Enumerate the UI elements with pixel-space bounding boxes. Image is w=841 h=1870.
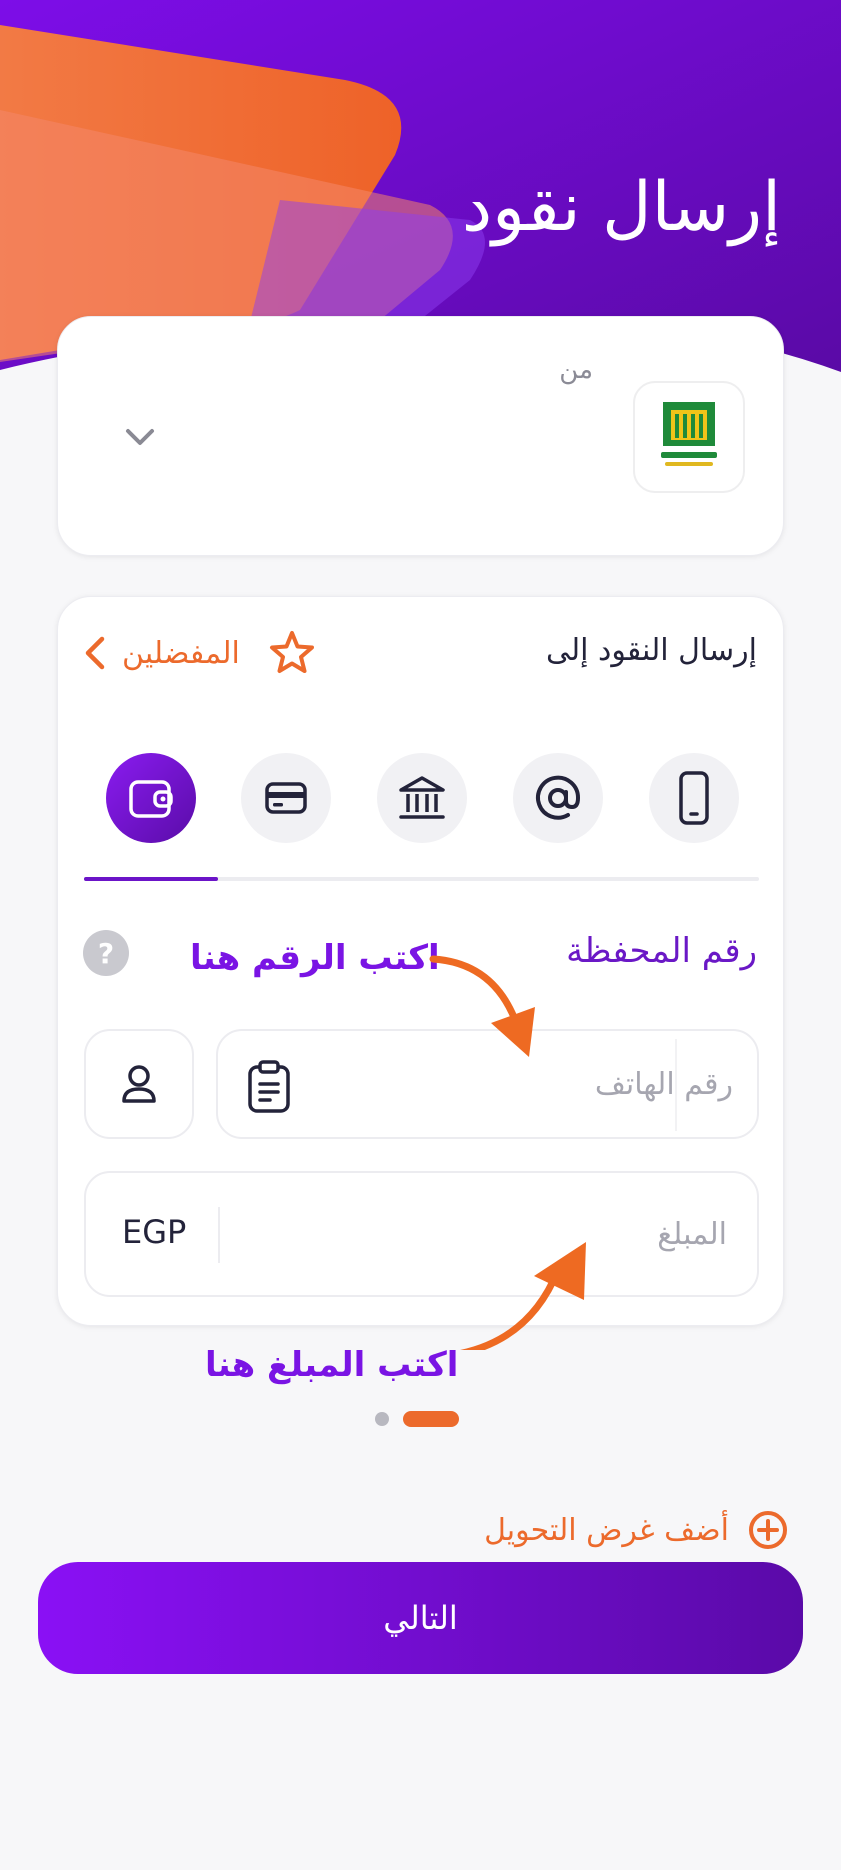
clipboard-paste-icon[interactable] — [244, 1059, 294, 1115]
annotation-write-number: اكتب الرقم هنا — [190, 938, 440, 978]
annotation-arrow-number-icon — [429, 955, 535, 1057]
page-title: إرسال نقود — [461, 168, 781, 247]
transfer-type-phone[interactable] — [649, 753, 739, 843]
phone-icon — [679, 771, 709, 825]
page-dot-active — [403, 1411, 459, 1427]
phone-field-divider — [675, 1039, 677, 1131]
annotation-arrow-amount-icon — [459, 1242, 586, 1350]
transfer-type-wallet[interactable] — [106, 753, 196, 843]
transfer-type-card[interactable] — [241, 753, 331, 843]
chevron-left-icon — [85, 636, 105, 670]
favorites-link[interactable]: المفضلين — [82, 625, 316, 681]
page-dot — [375, 1412, 389, 1426]
card-icon — [265, 782, 307, 814]
plus-circle-icon — [749, 1511, 787, 1549]
next-button[interactable]: التالي — [38, 1562, 803, 1674]
currency-label: EGP — [122, 1213, 187, 1251]
transfer-type-tab-indicator — [84, 877, 759, 881]
chevron-down-icon[interactable] — [122, 419, 158, 455]
help-icon[interactable]: ? — [83, 930, 129, 976]
favorites-label: المفضلين — [122, 635, 240, 671]
wallet-number-label: رقم المحفظة — [566, 931, 757, 971]
transfer-type-bank[interactable] — [377, 753, 467, 843]
bank-logo — [633, 381, 745, 493]
currency-divider — [218, 1207, 220, 1263]
user-icon — [122, 1065, 156, 1103]
annotation-write-amount: اكتب المبلغ هنا — [205, 1345, 459, 1385]
bank-icon — [399, 776, 445, 819]
send-to-label: إرسال النقود إلى — [545, 633, 757, 668]
active-tab-underline — [84, 877, 218, 881]
wallet-icon — [129, 780, 173, 818]
at-sign-icon — [536, 775, 581, 820]
page-indicator — [375, 1411, 459, 1427]
contacts-button[interactable] — [84, 1029, 194, 1139]
add-transfer-purpose-link[interactable]: أضف غرض التحويل — [484, 1508, 789, 1552]
amount-field-container: EGP — [84, 1171, 759, 1297]
star-icon — [269, 631, 314, 673]
transfer-type-selector — [106, 753, 739, 843]
from-account-selector[interactable]: من — [57, 316, 784, 556]
from-label: من — [559, 355, 593, 385]
transfer-type-email[interactable] — [513, 753, 603, 843]
national-bank-of-egypt-logo-icon — [661, 402, 717, 466]
add-purpose-label: أضف غرض التحويل — [484, 1512, 729, 1548]
